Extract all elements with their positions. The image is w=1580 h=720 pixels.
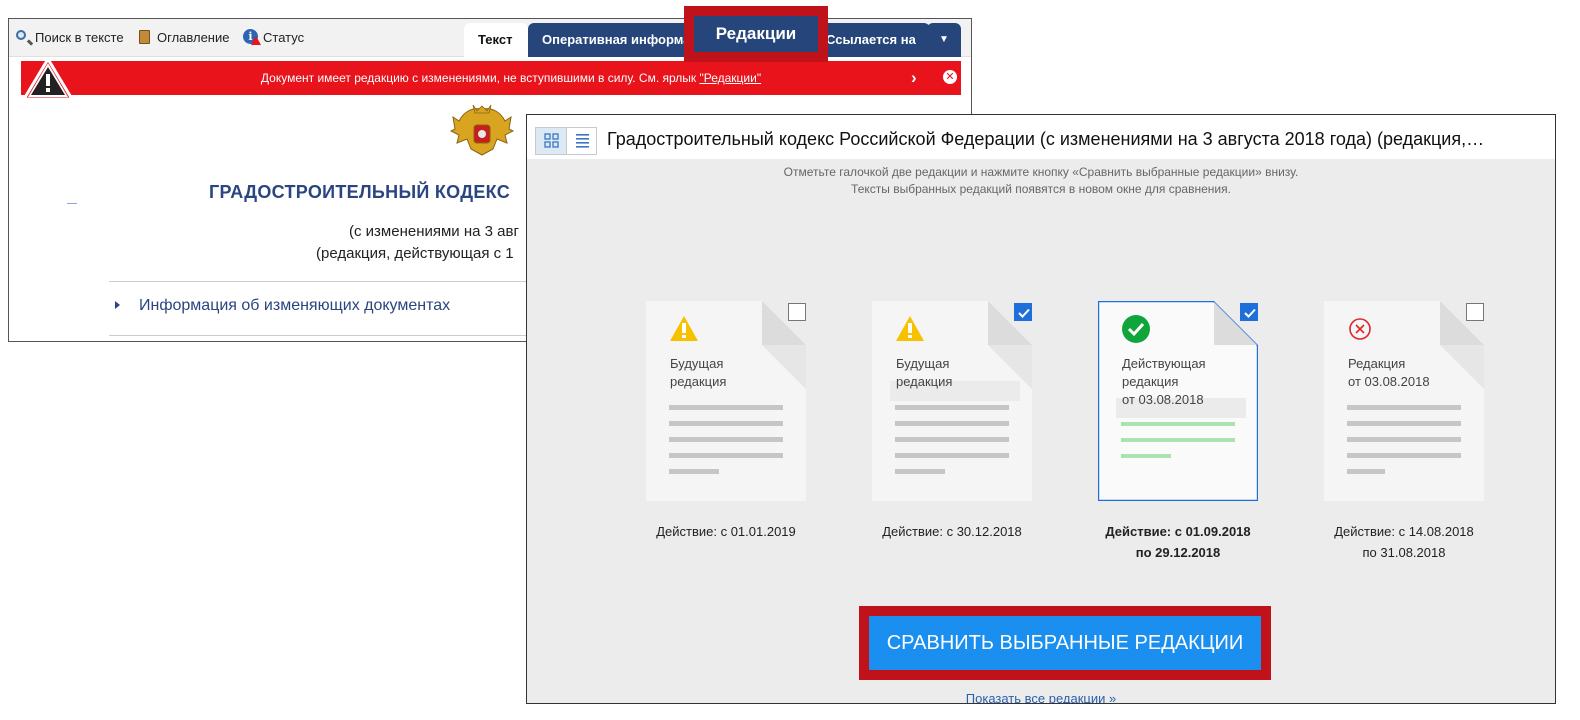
amending-docs-label: Информация об изменяющих документах [139,297,451,314]
tab-editions[interactable]: Редакции [694,16,818,52]
edition-card-current[interactable]: Действующая редакция от 03.08.2018 [1098,301,1258,501]
error-circle-icon [1349,318,1371,340]
status-label: Статус [263,29,305,45]
divider [109,281,539,282]
margin-marker [67,203,77,204]
chevron-right-icon[interactable]: › [911,68,917,88]
edition-effective-dates: Действие: с 01.09.2018 по 29.12.2018 [1105,524,1251,560]
edition-label: Редакция от 03.08.2018 [1348,356,1430,389]
editions-header: Градостроительный кодекс Российской Феде… [527,115,1555,159]
editions-title: Градостроительный кодекс Российской Феде… [607,129,1485,149]
edition-effective-dates: Действие: с 14.08.2018 по 31.08.2018 [1334,524,1474,560]
status-button[interactable]: i Статус [243,28,304,46]
alert-message: Документ имеет редакцию с изменениями, н… [21,71,961,85]
list-icon [576,134,589,148]
close-icon[interactable]: ✕ [943,70,957,84]
toc-label: Оглавление [157,29,230,45]
document-edition-note: (редакция, действующая с 1 [316,245,514,262]
hint-text: Отметьте галочкой две редакции и нажмите… [783,165,1299,179]
search-in-text-button[interactable]: Поиск в тексте [15,28,124,46]
tab-references[interactable]: Ссылается на [812,23,930,57]
edition-effective-dates: Действие: с 01.01.2019 [656,524,796,539]
toc-button[interactable]: Оглавление [137,28,229,46]
grid-icon [544,133,559,148]
edition-checkbox[interactable] [788,303,806,321]
edition-card[interactable]: Будущая редакция [646,301,806,501]
warning-icon [670,316,698,341]
edition-effective-dates: Действие: с 30.12.2018 [882,524,1022,539]
alert-editions-link[interactable]: "Редакции" [699,71,761,85]
hint-text: Тексты выбранных редакций появятся в нов… [851,182,1231,196]
edition-label: Будущая редакция [670,356,727,389]
edition-checkbox-checked[interactable] [1240,303,1258,321]
coat-of-arms-icon [449,104,515,156]
info-warning-icon: i [243,29,261,45]
warning-icon [896,316,924,341]
document-title: ГРАДОСТРОИТЕЛЬНЫЙ КОДЕКС [209,182,511,202]
divider [109,335,539,336]
view-toggle [535,127,597,155]
checkmark-icon [1244,308,1256,318]
editions-panel: Градостроительный кодекс Российской Феде… [526,114,1556,704]
amending-docs-toggle[interactable]: Информация об изменяющих документах [114,297,451,315]
alert-banner: Документ имеет редакцию с изменениями, н… [21,61,961,95]
list-view-button[interactable] [567,128,598,154]
search-in-text-label: Поиск в тексте [35,29,124,45]
check-circle-icon [1122,315,1150,343]
edition-checkbox-checked[interactable] [1014,303,1032,321]
show-all-editions-link[interactable]: Показать все редакции » [527,691,1555,703]
edition-card[interactable]: Будущая редакция [872,301,1032,501]
tab-text[interactable]: Текст [464,23,528,57]
book-icon [137,29,153,45]
checkmark-icon [1018,308,1030,318]
edition-card[interactable]: Редакция от 03.08.2018 [1324,301,1484,501]
chevron-down-icon: ▼ [939,34,949,45]
compare-editions-button[interactable]: СРАВНИТЬ ВЫБРАННЫЕ РЕДАКЦИИ [869,616,1261,670]
edition-checkbox[interactable] [1466,303,1484,321]
edition-label: Действующая редакция от 03.08.2018 [1122,356,1206,407]
search-icon [15,29,31,45]
tabs-more-button[interactable]: ▼ [927,23,961,57]
edition-label: Будущая редакция [896,356,953,389]
document-subtitle: (с изменениями на 3 авг [349,223,519,240]
alert-text: Документ имеет редакцию с изменениями, н… [260,71,697,85]
grid-view-button[interactable] [536,128,567,154]
warning-icon [22,57,74,101]
